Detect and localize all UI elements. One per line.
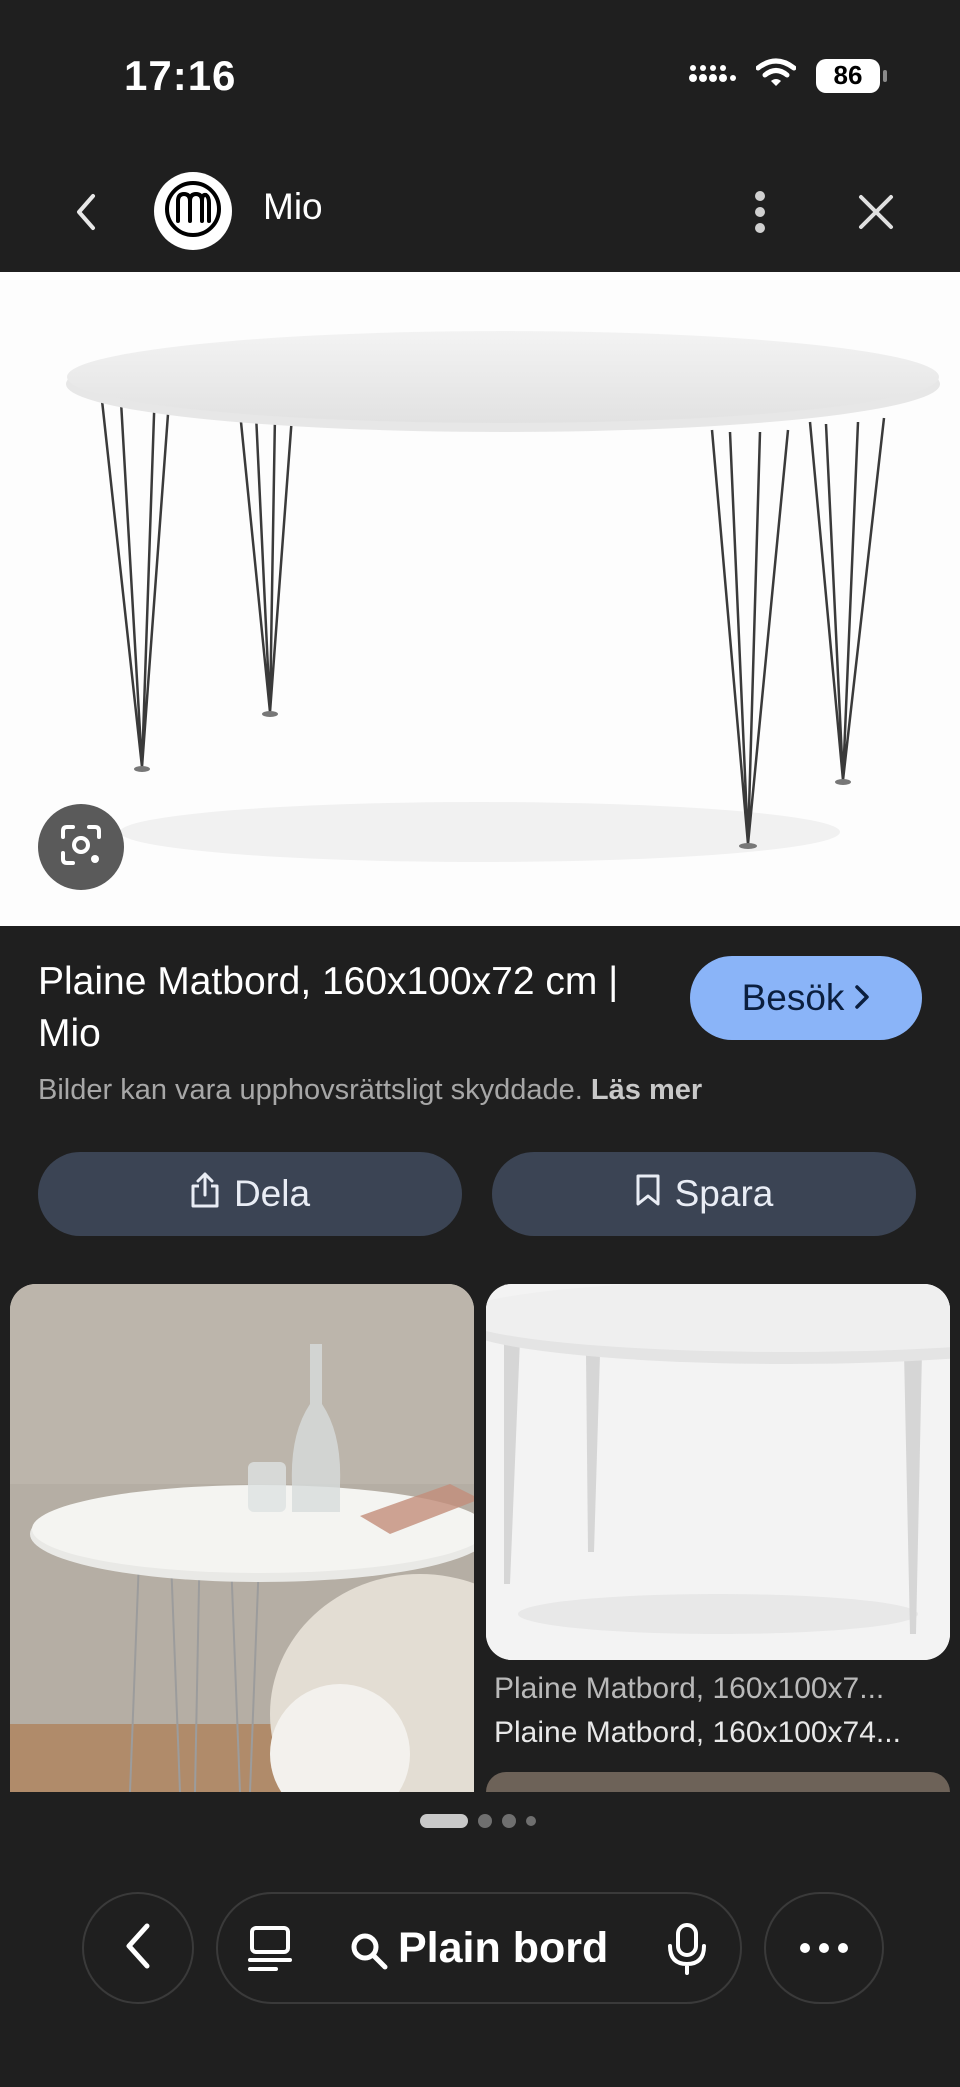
search-query[interactable]: Plain bord bbox=[398, 1924, 608, 1973]
main-product-image[interactable] bbox=[0, 272, 960, 926]
status-bar: 17:16 86 bbox=[0, 0, 960, 150]
chevron-left-icon bbox=[123, 1922, 153, 1975]
related-image-dining-table bbox=[10, 1284, 474, 1792]
back-button[interactable] bbox=[58, 186, 114, 242]
close-button[interactable] bbox=[846, 184, 906, 244]
site-name[interactable]: Mio bbox=[263, 186, 323, 228]
related-image-card[interactable] bbox=[10, 1284, 474, 1792]
related-image-card[interactable] bbox=[486, 1284, 950, 1660]
share-label: Dela bbox=[233, 1173, 311, 1214]
page-dot bbox=[478, 1814, 492, 1828]
result-title[interactable]: Plaine Matbord, 160x100x72 cm | Mio bbox=[38, 956, 658, 1060]
status-time: 17:16 bbox=[124, 52, 237, 99]
share-button[interactable]: Dela bbox=[38, 1152, 462, 1236]
page-dot-active bbox=[420, 1814, 468, 1828]
related-title[interactable]: Plaine Matbord, 160x100x74... bbox=[494, 1716, 944, 1750]
cellular-signal-icon bbox=[688, 61, 736, 90]
visit-button[interactable]: Besök bbox=[690, 956, 922, 1040]
more-dot bbox=[838, 1943, 848, 1953]
chevron-left-icon bbox=[73, 192, 99, 237]
lens-icon bbox=[57, 821, 105, 874]
more-menu-button[interactable] bbox=[764, 1892, 884, 2004]
page-indicator bbox=[420, 1814, 536, 1828]
tabs-icon[interactable] bbox=[246, 1924, 294, 1979]
copyright-text: Bilder kan vara upphovsrättsligt skyddad… bbox=[38, 1074, 583, 1106]
related-image-card-next[interactable] bbox=[486, 1772, 950, 1792]
site-logo[interactable] bbox=[154, 172, 232, 250]
microphone-icon[interactable] bbox=[666, 1922, 708, 1981]
google-lens-button[interactable] bbox=[38, 804, 124, 890]
status-icons: 86 bbox=[688, 58, 887, 93]
more-vertical-icon bbox=[754, 190, 766, 239]
wifi-icon bbox=[755, 58, 797, 93]
table-illustration bbox=[66, 331, 940, 862]
chevron-right-icon bbox=[854, 977, 870, 1019]
browser-back-button[interactable] bbox=[82, 1892, 194, 2004]
close-icon bbox=[858, 194, 894, 235]
header: Mio bbox=[0, 150, 960, 272]
page-dot bbox=[502, 1814, 516, 1828]
visit-label: Besök bbox=[741, 977, 845, 1018]
bookmark-icon bbox=[635, 1173, 661, 1216]
read-more-link[interactable]: Läs mer bbox=[591, 1074, 702, 1106]
search-icon bbox=[350, 1932, 388, 1975]
related-image-white-table bbox=[486, 1284, 950, 1660]
search-bar[interactable]: Plain bord bbox=[216, 1892, 742, 2004]
more-dot bbox=[819, 1943, 829, 1953]
save-button[interactable]: Spara bbox=[492, 1152, 916, 1236]
mio-logo-icon bbox=[165, 180, 221, 242]
copyright-notice: Bilder kan vara upphovsrättsligt skyddad… bbox=[38, 1074, 702, 1107]
related-source[interactable]: Plaine Matbord, 160x100x7... bbox=[494, 1672, 944, 1706]
save-label: Spara bbox=[674, 1173, 774, 1214]
page-dot bbox=[526, 1816, 536, 1826]
battery-indicator: 86 bbox=[816, 58, 887, 93]
more-horizontal-icon bbox=[800, 1943, 810, 1953]
more-options-button[interactable] bbox=[736, 184, 784, 244]
share-icon bbox=[190, 1171, 220, 1218]
